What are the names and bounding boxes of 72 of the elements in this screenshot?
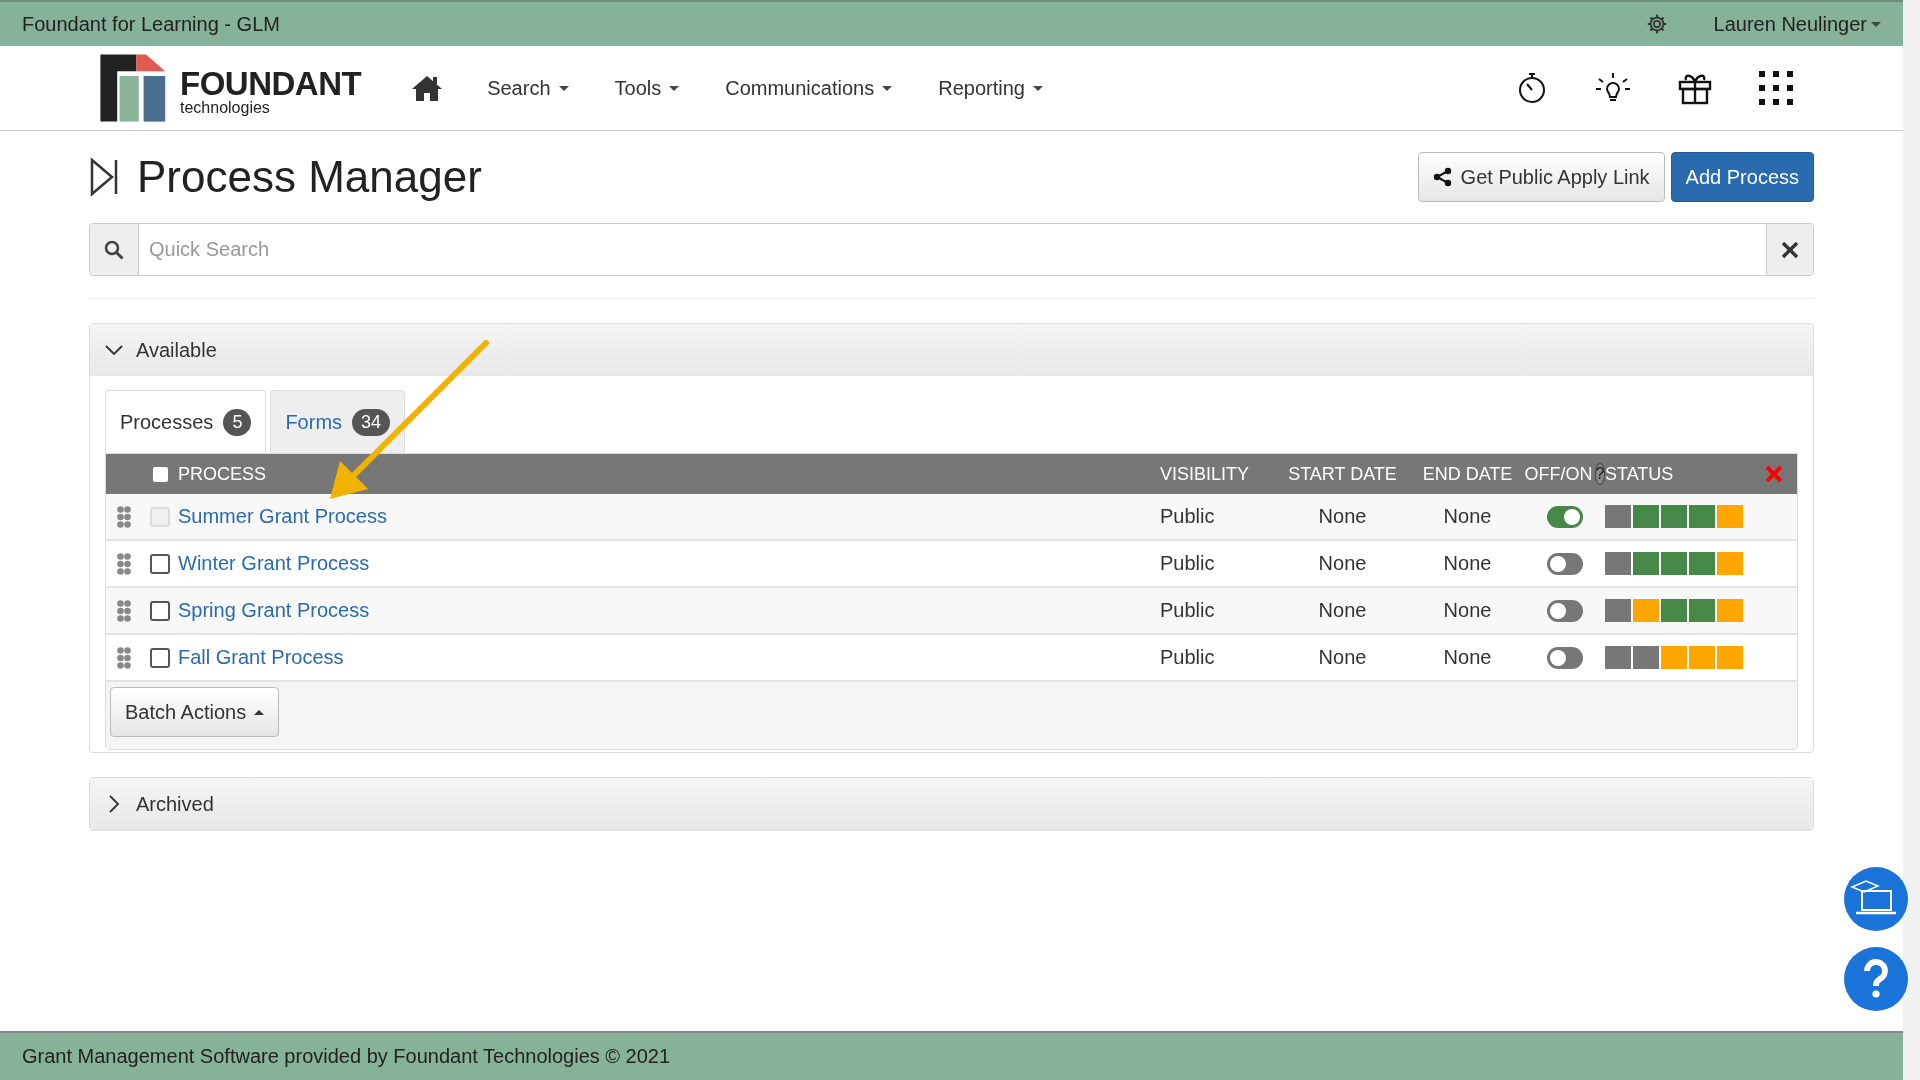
help-icon[interactable]: ? [1594, 463, 1606, 485]
caret-icon [558, 85, 569, 91]
column-header: PROCESS [178, 463, 268, 485]
caret-icon [1032, 85, 1043, 91]
checkbox[interactable] [150, 553, 170, 574]
laptop-graduation-icon[interactable] [1844, 867, 1908, 931]
nav-menu[interactable]: Reporting [938, 76, 1043, 100]
add-process-button[interactable]: Add Process [1670, 152, 1814, 202]
column-header: END DATE [1421, 463, 1514, 485]
table-cell-text: Public [1160, 599, 1216, 622]
table-cell-text: None [1317, 646, 1368, 669]
tab-label: Processes [120, 410, 214, 434]
drag-handle-icon[interactable] [117, 599, 131, 622]
table-cell-text: Public [1160, 552, 1216, 575]
home-icon[interactable] [411, 74, 444, 102]
count-badge: 5 [223, 408, 252, 436]
checkbox[interactable] [150, 647, 170, 668]
help-button-icon[interactable] [1844, 947, 1908, 1011]
tab[interactable]: Forms 34 [270, 390, 406, 453]
table-cell-text: None [1317, 505, 1368, 528]
table-cell-text: None [1442, 646, 1493, 669]
section-header[interactable]: Available [90, 324, 1813, 376]
table-cell-text: None [1442, 505, 1493, 528]
column-header: START DATE [1287, 463, 1398, 485]
section-header[interactable]: Archived [90, 778, 1813, 830]
apps-grid-icon[interactable] [1757, 69, 1795, 107]
process-link[interactable]: Spring Grant Process [178, 599, 370, 622]
checkbox[interactable] [150, 600, 170, 621]
select-all-checkbox[interactable] [152, 466, 168, 482]
play-step-icon [89, 157, 119, 197]
column-header: VISIBILITY [1160, 463, 1251, 485]
toggle-switch[interactable] [1547, 599, 1583, 622]
table-cell-text: Public [1160, 646, 1216, 669]
tab[interactable]: Processes 5 [105, 390, 267, 453]
page-title: Process Manager [137, 152, 482, 202]
toggle-switch[interactable] [1547, 552, 1583, 575]
share-link-button[interactable]: Get Public Apply Link [1417, 152, 1665, 202]
count-badge: 34 [352, 408, 391, 436]
nav-menu[interactable]: Communications [725, 76, 893, 100]
caret-icon [669, 85, 680, 91]
tab-label: Forms [285, 410, 343, 434]
table-cell-text: None [1442, 599, 1493, 622]
caret-icon [1871, 21, 1881, 27]
toggle-switch[interactable] [1547, 646, 1583, 669]
footer-text: Grant Management Software provided by Foundant Technologies © 2021 [0, 1031, 1903, 1080]
close-icon[interactable] [1781, 240, 1799, 259]
column-header: STATUS [1605, 463, 1675, 485]
section-title: Archived [136, 792, 214, 816]
column-header: OFF/ON [1524, 463, 1593, 485]
share-icon [1432, 167, 1453, 187]
drag-handle-icon[interactable] [117, 505, 131, 528]
table-cell-text: None [1317, 552, 1368, 575]
logo-wordmark: FOUNDANT [180, 67, 362, 100]
logo-tagline: technologies [180, 100, 271, 116]
process-link[interactable]: Winter Grant Process [178, 552, 370, 575]
user-menu[interactable]: Lauren Neulinger [1713, 12, 1881, 36]
settings-icon[interactable] [1645, 13, 1668, 35]
table-cell-text: Public [1160, 505, 1216, 528]
process-link[interactable]: Fall Grant Process [178, 646, 344, 669]
nav-menu[interactable]: Search [487, 76, 569, 100]
caret-up-icon [254, 709, 265, 715]
caret-icon [882, 85, 893, 91]
scrollbar[interactable] [1903, 0, 1920, 1080]
search-icon[interactable] [104, 239, 124, 260]
table-cell-text: None [1442, 552, 1493, 575]
nav-menu[interactable]: Tools [614, 76, 680, 100]
drag-handle-icon[interactable] [117, 646, 131, 669]
table-cell-text: None [1317, 599, 1368, 622]
drag-handle-icon[interactable] [117, 552, 131, 575]
app-title: Foundant for Learning - GLM [22, 12, 280, 36]
section-title: Available [136, 338, 217, 362]
batch-actions-button[interactable]: Batch Actions [110, 687, 280, 737]
